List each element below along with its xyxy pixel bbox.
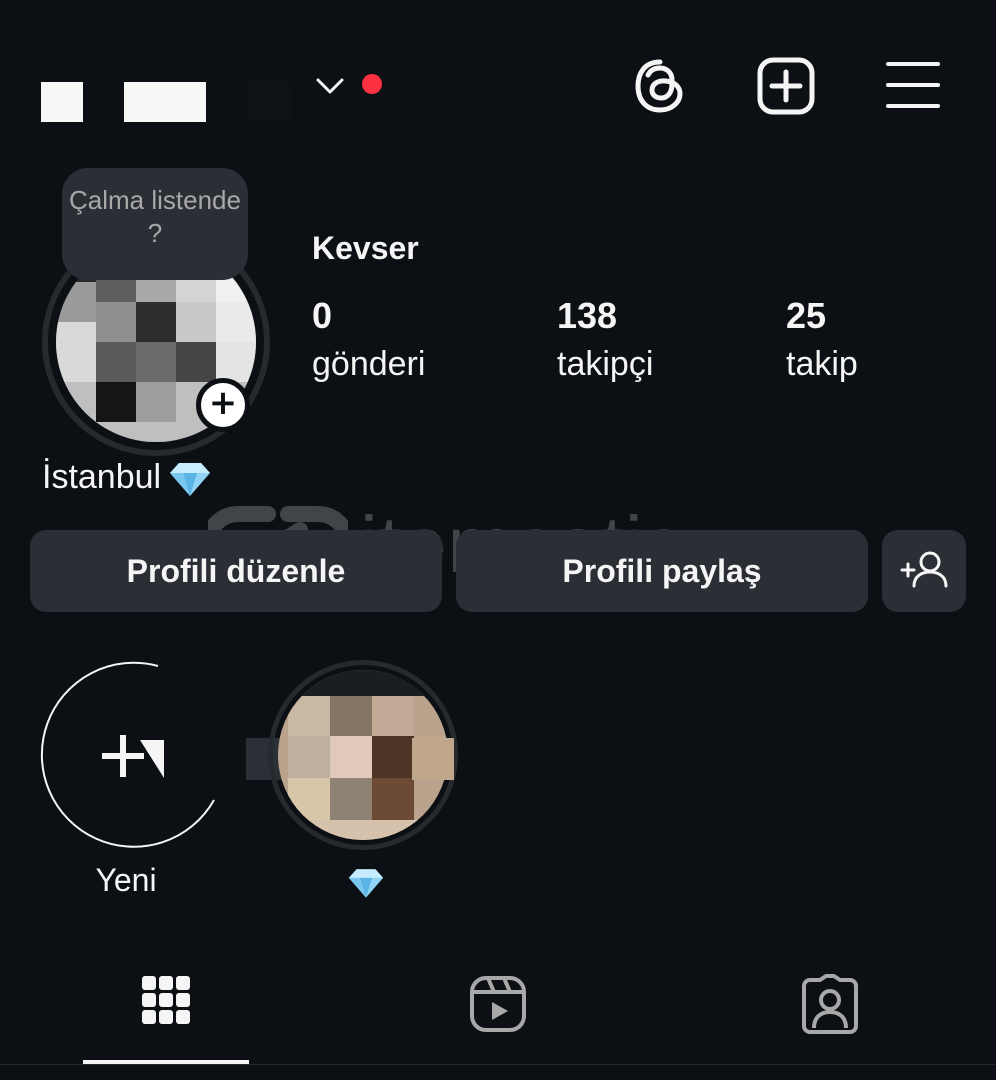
username-redacted-block[interactable]	[248, 82, 292, 122]
tab-divider	[0, 1064, 996, 1065]
stat-followers-count: 138	[557, 295, 618, 336]
tagged-icon	[802, 974, 858, 1034]
highlight-label-gem	[268, 860, 464, 900]
stat-followers[interactable]: 138 takipçi	[557, 294, 653, 386]
stat-following-label: takip	[786, 345, 858, 383]
add-person-icon	[900, 551, 948, 588]
gem-icon	[170, 463, 211, 497]
stat-posts-count: 0	[312, 295, 333, 336]
note-bubble[interactable]: Çalma listende ?	[62, 168, 248, 280]
username-redacted-block[interactable]	[124, 82, 206, 122]
grid-icon	[142, 976, 190, 1024]
stat-followers-label: takipçi	[557, 345, 654, 383]
chevron-down-icon[interactable]	[314, 72, 346, 100]
gem-icon	[348, 868, 384, 898]
stat-following[interactable]: 25 takip	[786, 294, 858, 386]
share-profile-button[interactable]: Profili paylaş	[456, 530, 868, 612]
tab-posts[interactable]	[0, 960, 332, 1064]
notification-dot	[362, 74, 382, 94]
new-highlight-button[interactable]	[28, 660, 218, 850]
top-bar	[0, 0, 996, 160]
tab-tagged[interactable]	[664, 960, 996, 1064]
note-text: Çalma listende ?	[69, 185, 241, 248]
highlight-label-new: Yeni	[95, 862, 157, 898]
profile-bio: İstanbul	[42, 454, 211, 500]
bio-text: İstanbul	[42, 458, 162, 496]
profile-full-name: Kevser	[312, 230, 419, 266]
add-story-plus-icon[interactable]: +	[196, 378, 250, 432]
username-redacted-block[interactable]	[41, 82, 83, 122]
stat-posts-label: gönderi	[312, 345, 426, 383]
highlight-pixel-block	[412, 738, 454, 780]
tab-reels[interactable]	[332, 960, 664, 1064]
menu-icon[interactable]	[882, 56, 942, 116]
edit-profile-button[interactable]: Profili düzenle	[30, 530, 442, 612]
discover-people-button[interactable]	[882, 530, 966, 612]
reels-icon	[470, 976, 526, 1032]
threads-icon[interactable]	[630, 56, 690, 116]
stat-posts[interactable]: 0 gönderi	[312, 294, 425, 386]
new-post-icon[interactable]	[756, 56, 816, 116]
stat-following-count: 25	[786, 295, 827, 336]
